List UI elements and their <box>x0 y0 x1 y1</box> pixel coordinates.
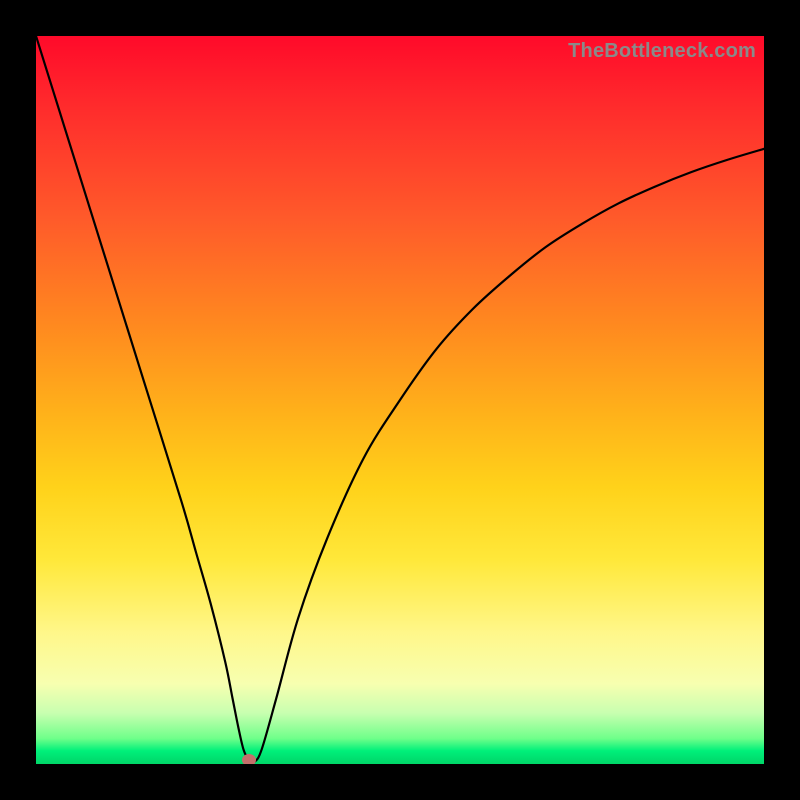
curve-path <box>36 36 764 762</box>
bottleneck-curve <box>36 36 764 764</box>
watermark-text: TheBottleneck.com <box>568 40 756 63</box>
optimum-marker <box>242 754 256 764</box>
plot-area <box>36 36 764 764</box>
chart-frame: TheBottleneck.com <box>0 0 800 800</box>
